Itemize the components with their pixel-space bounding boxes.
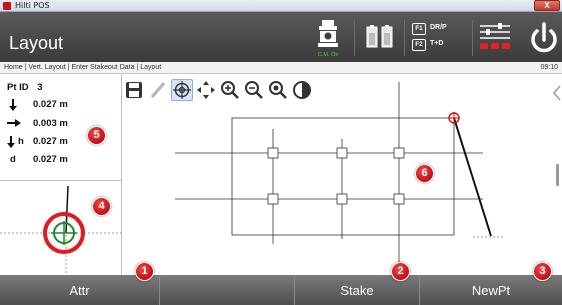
header-divider bbox=[354, 20, 355, 56]
scroll-indicator[interactable] bbox=[556, 164, 559, 186]
app-header: Layout C.M. Ok F1 DR/P F2 T+D bbox=[0, 12, 562, 62]
header-divider bbox=[404, 20, 405, 56]
f2-key-label: T+D bbox=[430, 40, 444, 47]
clock: 09:10 bbox=[540, 64, 558, 71]
callout-badge-4: 4 bbox=[92, 197, 111, 216]
header-divider bbox=[472, 20, 473, 56]
offset-value: 0.027 m bbox=[33, 154, 68, 165]
window-close-button[interactable]: X bbox=[534, 0, 560, 11]
power-button[interactable] bbox=[526, 12, 562, 62]
sliders-icon bbox=[480, 23, 510, 49]
f2-key[interactable]: F2 bbox=[412, 39, 426, 51]
point-id-row: Pt ID 3 bbox=[7, 82, 49, 93]
height-symbol: h bbox=[18, 136, 24, 147]
settings-button[interactable] bbox=[476, 12, 516, 62]
callout-badge-5: 5 bbox=[87, 126, 106, 145]
breadcrumb-bar: Home | Vert. Layout | Enter Stakeout Dat… bbox=[0, 62, 562, 74]
collapse-panel-icon[interactable] bbox=[552, 84, 562, 102]
offset-value: 0.027 m bbox=[33, 99, 68, 110]
power-icon bbox=[531, 22, 557, 53]
layout-drawing bbox=[175, 82, 505, 275]
softkey-bar: Attr Stake NewPt bbox=[0, 275, 562, 305]
callout-badge-2: 2 bbox=[391, 262, 410, 281]
f1-key[interactable]: F1 bbox=[412, 23, 426, 35]
offset-value: 0.027 m bbox=[33, 136, 68, 147]
right-arrow-icon bbox=[7, 119, 21, 127]
distance-symbol: d bbox=[10, 154, 16, 165]
offset-row-distance: d 0.027 m bbox=[7, 154, 117, 168]
battery-status[interactable] bbox=[362, 12, 398, 62]
page-title: Layout bbox=[9, 33, 64, 53]
target-minimap[interactable] bbox=[0, 180, 122, 276]
offset-row-vertical: 0.027 m bbox=[7, 99, 117, 113]
layout-graphic-area[interactable] bbox=[123, 74, 562, 275]
attr-button[interactable]: Attr bbox=[0, 275, 160, 305]
breadcrumb[interactable]: Home | Vert. Layout | Enter Stakeout Dat… bbox=[4, 64, 161, 71]
empty-softkey[interactable] bbox=[160, 275, 295, 305]
offset-value: 0.003 m bbox=[33, 118, 68, 129]
window-titlebar: Hilti POS X bbox=[0, 0, 562, 12]
window-title: Hilti POS bbox=[15, 1, 50, 10]
instrument-status-label: C.M. Ok bbox=[317, 52, 339, 58]
function-keys[interactable]: F1 DR/P F2 T+D bbox=[410, 12, 468, 62]
callout-badge-3: 3 bbox=[533, 262, 552, 281]
stakeout-values-panel: Pt ID 3 0.027 m 0.003 m h 0.027 m d 0.02… bbox=[0, 74, 122, 180]
down-arrow-icon bbox=[9, 99, 17, 111]
point-id-value: 3 bbox=[37, 82, 43, 93]
app-icon bbox=[3, 2, 11, 10]
instrument-status-button[interactable]: C.M. Ok bbox=[308, 12, 348, 62]
callout-badge-6: 6 bbox=[415, 164, 434, 183]
callout-badge-1: 1 bbox=[135, 262, 154, 281]
bullseye-graphic bbox=[0, 185, 122, 276]
battery-icon bbox=[366, 25, 393, 48]
f1-key-label: DR/P bbox=[430, 24, 447, 31]
point-id-label: Pt ID bbox=[7, 82, 29, 93]
